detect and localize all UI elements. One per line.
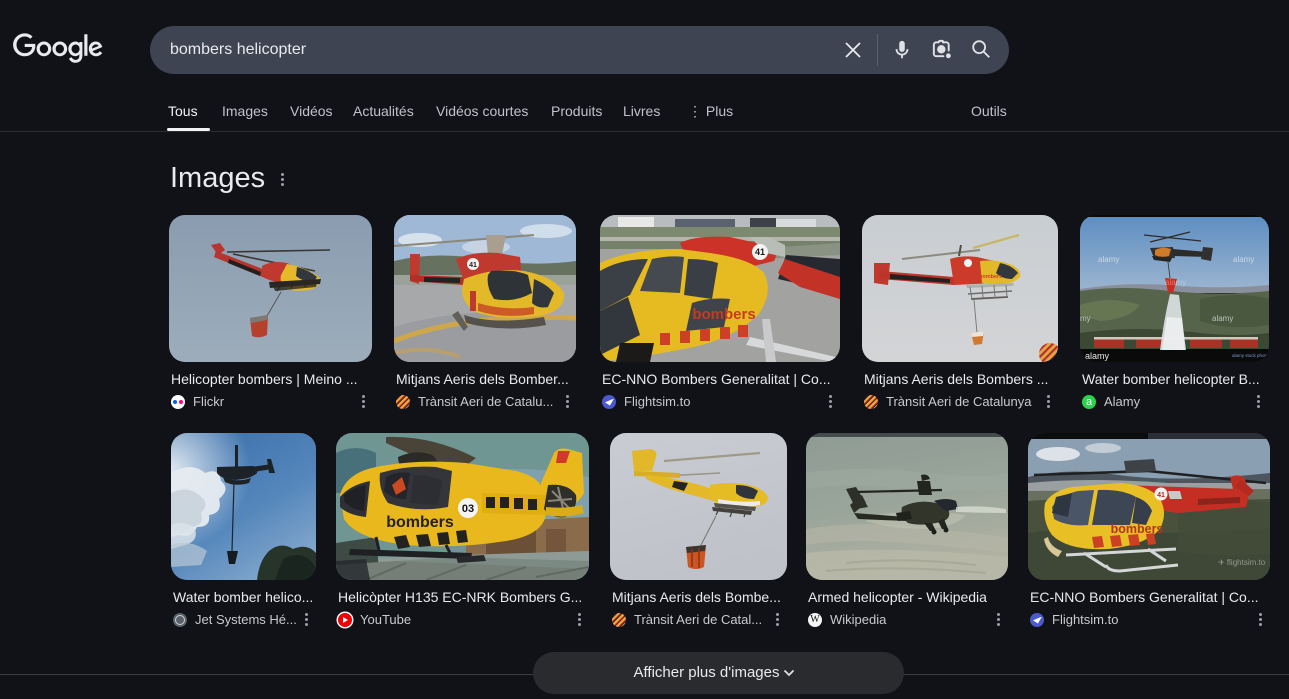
svg-text:✈ flightsim.to: ✈ flightsim.to (1218, 558, 1266, 567)
svg-text:alamy: alamy (1165, 278, 1186, 287)
svg-text:alamy: alamy (1085, 351, 1110, 361)
svg-text:41: 41 (755, 247, 765, 257)
svg-text:03: 03 (462, 503, 474, 515)
svg-text:41: 41 (469, 262, 477, 269)
svg-text:alamy: alamy (1233, 255, 1254, 264)
svg-text:bombers: bombers (1111, 522, 1164, 536)
svg-text:my: my (1080, 314, 1091, 323)
svg-text:alamy: alamy (1098, 255, 1119, 264)
svg-text:bombers: bombers (386, 514, 454, 531)
svg-text:alamy stock photo: alamy stock photo (1232, 353, 1269, 358)
svg-text:bombers: bombers (692, 306, 755, 323)
svg-text:alamy: alamy (1212, 314, 1233, 323)
svg-text:41: 41 (1157, 492, 1165, 499)
svg-text:bombers: bombers (979, 274, 1002, 280)
